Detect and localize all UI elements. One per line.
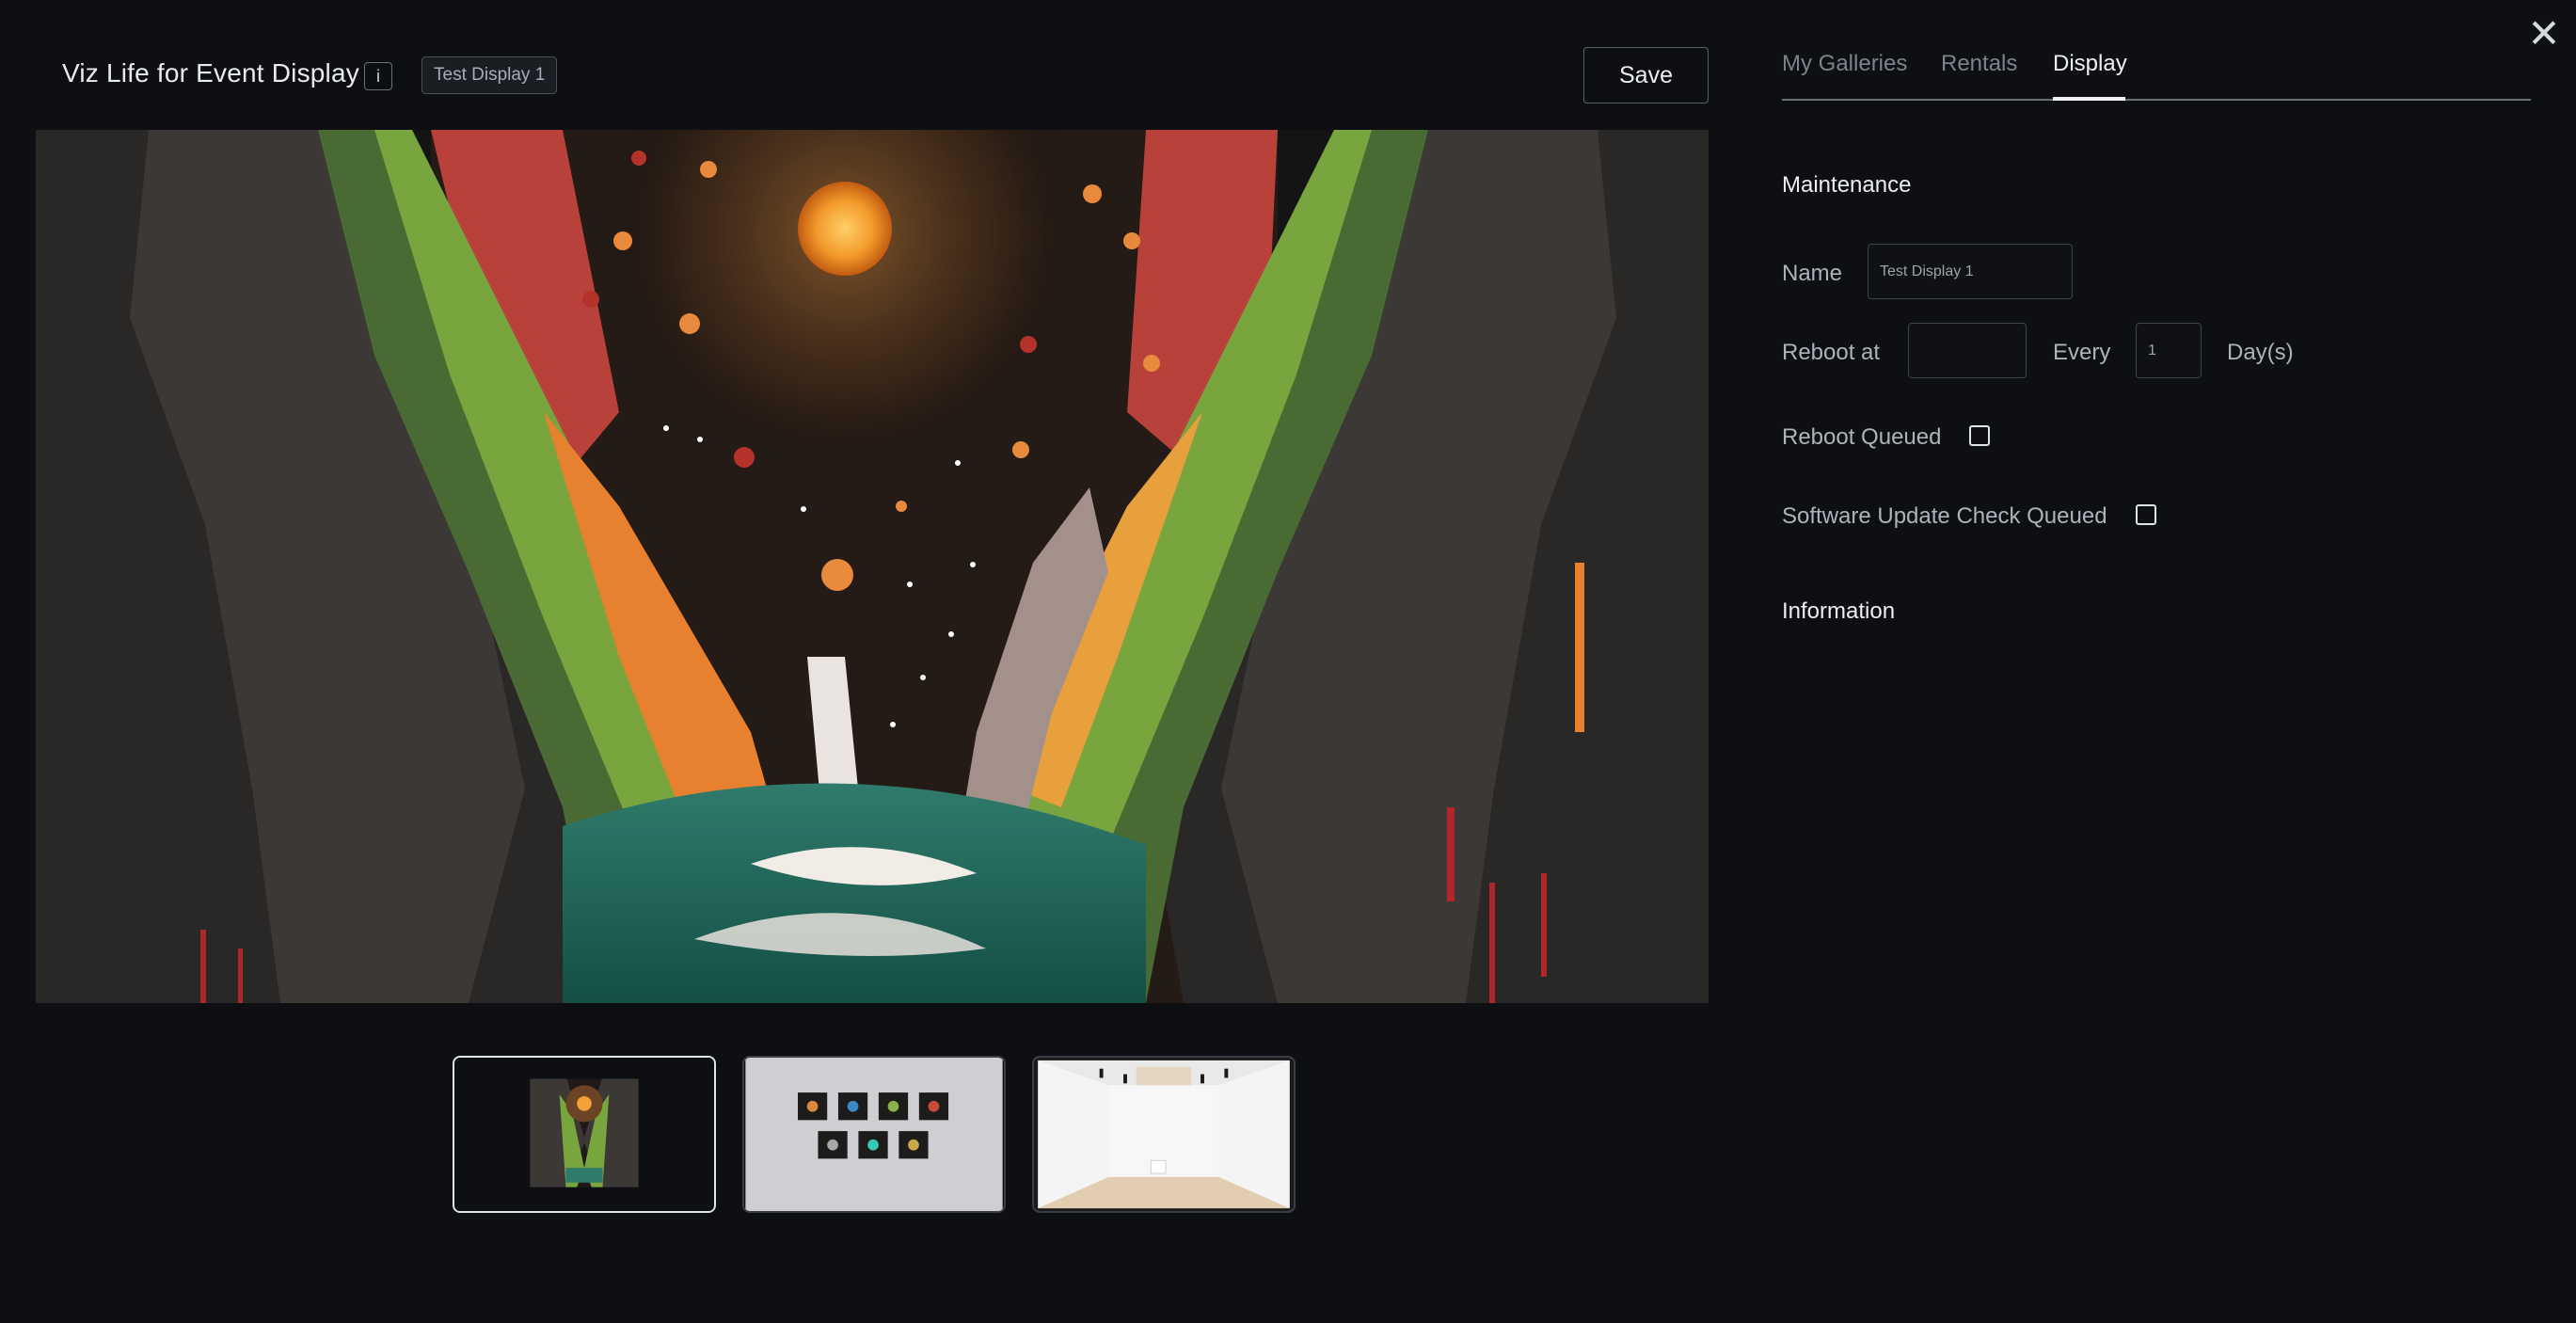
tab-bar: My Galleries Rentals Display (1782, 47, 2531, 102)
days-label: Day(s) (2227, 340, 2294, 365)
close-icon[interactable]: ✕ (2525, 14, 2563, 54)
artwork-illustration (36, 130, 1709, 1003)
gallery-room-thumbnail-image (1034, 1058, 1294, 1211)
tab-divider (1782, 99, 2531, 101)
save-button[interactable]: Save (1583, 47, 1709, 104)
reboot-queued-checkbox[interactable] (1969, 425, 1990, 446)
name-label: Name (1782, 261, 1843, 286)
information-heading: Information (1782, 598, 1896, 624)
artwork-thumbnail[interactable] (453, 1056, 716, 1213)
page-title: Viz Life for Event Display (62, 58, 359, 88)
artwork-thumbnail-image (455, 1058, 713, 1211)
grid-wall-thumbnail[interactable] (742, 1056, 1006, 1213)
reboot-queued-label: Reboot Queued (1782, 424, 1942, 450)
artwork-preview (36, 130, 1709, 1003)
software-update-checkbox[interactable] (2136, 504, 2156, 525)
every-label: Every (2053, 340, 2111, 365)
grid-wall-thumbnail-image (745, 1058, 1003, 1211)
tab-display[interactable]: Display (2053, 51, 2127, 77)
gallery-room-thumbnail[interactable] (1032, 1056, 1296, 1213)
tab-my-galleries[interactable]: My Galleries (1782, 51, 1907, 77)
active-tab-indicator (2053, 97, 2125, 101)
software-update-label: Software Update Check Queued (1782, 503, 2107, 529)
every-days-input[interactable]: 1 (2136, 323, 2202, 378)
reboot-at-label: Reboot at (1782, 340, 1881, 365)
name-input[interactable]: Test Display 1 (1868, 244, 2073, 299)
maintenance-heading: Maintenance (1782, 172, 1912, 198)
tab-rentals[interactable]: Rentals (1941, 51, 2017, 77)
display-badge: Test Display 1 (421, 56, 558, 94)
info-button[interactable]: i (364, 62, 392, 90)
reboot-time-input[interactable] (1908, 323, 2027, 378)
